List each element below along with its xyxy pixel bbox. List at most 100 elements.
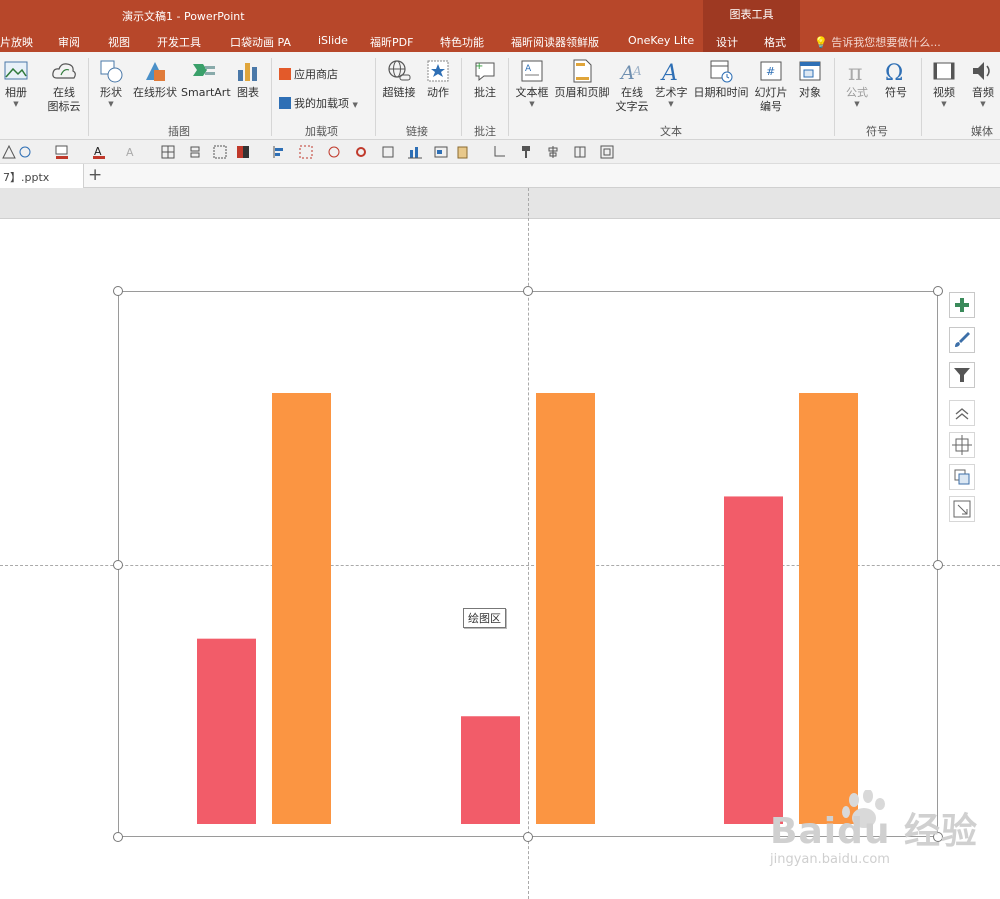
select-pane-icon[interactable] (600, 145, 614, 159)
speaker-icon (973, 62, 990, 80)
grid-icon[interactable] (161, 145, 175, 159)
tab-foxit-pdf[interactable]: 福昕PDF (370, 34, 413, 50)
object-button[interactable]: 对象 (794, 58, 826, 100)
shape-outline-icon[interactable] (18, 145, 32, 159)
bring-forward-icon[interactable] (381, 145, 395, 159)
online-shapes-button[interactable]: 在线形状 (132, 58, 178, 100)
datetime-button[interactable]: 日期和时间 (692, 58, 750, 100)
chevron-down-icon: ▼ (108, 100, 114, 108)
text-effect-icon[interactable]: A (124, 145, 138, 159)
shapes-icon (100, 60, 123, 83)
chart-elements-button[interactable] (949, 292, 975, 318)
paste-icon[interactable] (456, 145, 470, 159)
svg-text:Ω: Ω (885, 61, 903, 84)
tab-review[interactable]: 审阅 (58, 34, 80, 50)
tab-design[interactable]: 设计 (716, 34, 738, 50)
color-palette-icon[interactable] (236, 145, 250, 159)
format-painter-icon[interactable] (520, 145, 534, 159)
window-title: 演示文稿1 - PowerPoint (122, 10, 245, 23)
tab-special-features[interactable]: 特色功能 (440, 34, 484, 50)
tab-slideshow[interactable]: 片放映 (0, 34, 33, 50)
tab-islide[interactable]: iSlide (318, 34, 348, 47)
tell-me-search[interactable]: 💡 告诉我您想要做什么... (814, 34, 941, 50)
new-tab-button[interactable]: + (88, 165, 102, 185)
shapes-button[interactable]: 形状 ▼ (92, 58, 130, 108)
audio-button[interactable]: 音频 ▼ (966, 58, 1000, 108)
group-label-comments: 批注 (474, 125, 496, 138)
chart-filters-button[interactable] (949, 362, 975, 388)
crop-icon[interactable] (492, 145, 506, 159)
font-color-icon[interactable]: A (92, 145, 106, 159)
bar-series-1-category-3[interactable] (724, 496, 783, 824)
settings-icon[interactable] (354, 145, 368, 159)
header-footer-button[interactable]: 页眉和页脚 (553, 58, 611, 100)
online-wordcloud-button[interactable]: AA 在线 文字云 (614, 58, 650, 114)
chart-styles-button[interactable] (949, 327, 975, 353)
bar-series-2-category-3[interactable] (799, 393, 858, 824)
textbox-button[interactable]: A 文本框 ▼ (513, 58, 551, 108)
resize-handle-right[interactable] (933, 560, 943, 570)
ribbon-tabs: 片放映 审阅 视图 开发工具 口袋动画 PA iSlide 福昕PDF 特色功能… (0, 30, 1000, 52)
bar-series-1-category-2[interactable] (461, 716, 520, 824)
wordart-button[interactable]: A 艺术字 ▼ (653, 58, 689, 108)
align-center-icon[interactable] (546, 145, 560, 159)
tab-format[interactable]: 格式 (764, 34, 786, 50)
pen-color-icon[interactable] (55, 145, 69, 159)
group-divider (375, 58, 376, 136)
hyperlink-button[interactable]: 超链接 (380, 58, 418, 100)
group-divider (508, 58, 509, 136)
image-box-icon[interactable] (434, 145, 448, 159)
group-icon[interactable] (573, 145, 587, 159)
wordcloud-icon: AA (619, 62, 642, 84)
resize-button[interactable] (949, 496, 975, 522)
bring-forward-button[interactable] (949, 400, 975, 426)
album-button[interactable]: 相册 ▼ (0, 58, 32, 108)
align-center-button[interactable] (949, 432, 975, 458)
chart-button[interactable]: 图表 (232, 58, 264, 100)
chart-tools-context-label: 图表工具 (703, 0, 800, 30)
resize-icon (953, 500, 971, 518)
resize-handle-bottom-left[interactable] (113, 832, 123, 842)
svg-text:A: A (660, 61, 678, 84)
addins-cube-icon (279, 97, 291, 109)
align-left-icon[interactable] (272, 145, 286, 159)
plot-area-tooltip: 绘图区 (463, 608, 506, 628)
group-label-links: 链接 (406, 125, 428, 138)
tab-onekey-lite[interactable]: OneKey Lite (628, 34, 694, 47)
layers-icon (954, 469, 970, 485)
document-tabs: 7】.pptx + (0, 164, 1000, 188)
my-addins-button[interactable]: 我的加载项 ▼ (279, 95, 358, 111)
document-tab[interactable]: 7】.pptx (0, 164, 84, 188)
action-button[interactable]: 动作 (423, 58, 453, 100)
watermark-brand: Baidu 经验 (770, 811, 979, 852)
bar-series-2-category-1[interactable] (272, 393, 331, 824)
star-action-icon (427, 60, 449, 82)
bar-series-1-category-1[interactable] (197, 638, 256, 824)
symbol-button[interactable]: Ω 符号 (879, 58, 913, 100)
rotate-icon[interactable] (327, 145, 341, 159)
bar-align-icon[interactable] (408, 145, 422, 159)
resize-handle-top-right[interactable] (933, 286, 943, 296)
tab-foxit-reader[interactable]: 福昕阅读器领鲜版 (511, 34, 599, 50)
video-button[interactable]: 视频 ▼ (926, 58, 962, 108)
app-store-button[interactable]: 应用商店 (279, 66, 338, 82)
equation-button[interactable]: π 公式 ▼ (840, 58, 874, 108)
tab-view[interactable]: 视图 (108, 34, 130, 50)
film-icon (933, 62, 955, 80)
align-icon[interactable] (188, 145, 202, 159)
smartart-button[interactable]: SmartArt (181, 58, 231, 100)
tab-pocket-animation[interactable]: 口袋动画 PA (230, 34, 291, 50)
online-icons-button[interactable]: 在线 图标云 (44, 58, 84, 114)
border-icon[interactable] (213, 145, 227, 159)
comment-button[interactable]: + 批注 (468, 58, 502, 100)
arrange-button[interactable] (949, 464, 975, 490)
shape-fill-icon[interactable] (2, 145, 16, 159)
resize-handle-bottom[interactable] (523, 832, 533, 842)
slide-number-button[interactable]: # 幻灯片 编号 (752, 58, 790, 114)
tab-developer[interactable]: 开发工具 (157, 34, 201, 50)
bar-series-2-category-2[interactable] (536, 393, 595, 824)
resize-handle-top[interactable] (523, 286, 533, 296)
resize-handle-top-left[interactable] (113, 286, 123, 296)
distribute-icon[interactable] (299, 145, 313, 159)
resize-handle-left[interactable] (113, 560, 123, 570)
